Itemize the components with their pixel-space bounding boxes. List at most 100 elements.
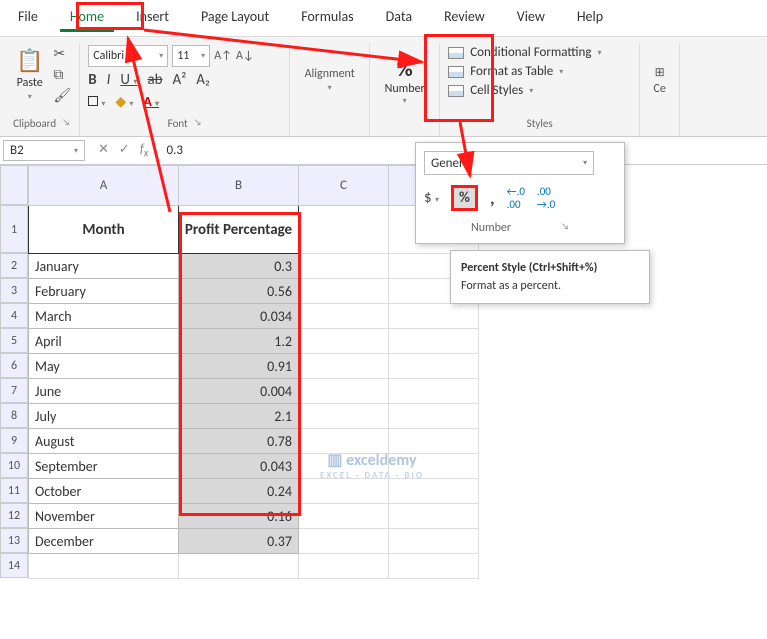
grow-font-icon[interactable]: A↑ bbox=[214, 49, 232, 63]
fx-icon[interactable]: fx bbox=[140, 142, 149, 160]
cell[interactable] bbox=[389, 554, 479, 579]
paste-button[interactable]: 📋 Paste ▾ bbox=[12, 45, 47, 115]
format-painter-icon[interactable]: 🖌 bbox=[53, 87, 71, 104]
cell-month[interactable]: February bbox=[29, 279, 179, 304]
cell-profit[interactable]: 0.37 bbox=[179, 529, 299, 554]
font-color-button[interactable]: A ▾ bbox=[143, 93, 159, 110]
row-header-14[interactable]: 14 bbox=[0, 553, 28, 578]
cell-month[interactable]: May bbox=[29, 354, 179, 379]
menu-help[interactable]: Help bbox=[567, 4, 613, 32]
row-header-6[interactable]: 6 bbox=[0, 353, 28, 378]
row-header-12[interactable]: 12 bbox=[0, 503, 28, 528]
row-header-2[interactable]: 2 bbox=[0, 253, 28, 278]
row-header-4[interactable]: 4 bbox=[0, 303, 28, 328]
cut-icon[interactable]: ✂ bbox=[53, 45, 71, 62]
format-as-table-button[interactable]: Format as Table ▾ bbox=[448, 64, 631, 79]
cell[interactable] bbox=[299, 354, 389, 379]
cells-icon[interactable]: ⊞ bbox=[655, 65, 665, 80]
menu-insert[interactable]: Insert bbox=[126, 4, 179, 32]
col-header-C[interactable]: C bbox=[299, 166, 389, 206]
cell[interactable] bbox=[299, 504, 389, 529]
col-header-A[interactable]: A bbox=[29, 166, 179, 206]
menu-home[interactable]: Home bbox=[60, 4, 114, 32]
menu-view[interactable]: View bbox=[507, 4, 555, 32]
row-header-10[interactable]: 10 bbox=[0, 453, 28, 478]
cell[interactable] bbox=[389, 354, 479, 379]
row-header-11[interactable]: 11 bbox=[0, 478, 28, 503]
cell-profit[interactable]: 0.91 bbox=[179, 354, 299, 379]
cell[interactable] bbox=[299, 254, 389, 279]
cell-month[interactable]: October bbox=[29, 479, 179, 504]
cell[interactable] bbox=[299, 529, 389, 554]
cell-profit[interactable]: 0.034 bbox=[179, 304, 299, 329]
cell-month[interactable]: March bbox=[29, 304, 179, 329]
name-box[interactable]: B2▾ bbox=[3, 140, 85, 161]
header-profit[interactable]: Profit Percentage bbox=[179, 206, 299, 254]
conditional-formatting-button[interactable]: Conditional Formatting ▾ bbox=[448, 45, 631, 60]
cell[interactable] bbox=[389, 529, 479, 554]
cell-month[interactable]: June bbox=[29, 379, 179, 404]
clipboard-dialog-icon[interactable]: ↘ bbox=[62, 117, 70, 130]
cell[interactable] bbox=[389, 379, 479, 404]
currency-button[interactable]: $ ▾ bbox=[424, 189, 439, 207]
cell[interactable] bbox=[389, 479, 479, 504]
cell[interactable] bbox=[29, 554, 179, 579]
menu-data[interactable]: Data bbox=[376, 4, 422, 32]
header-month[interactable]: Month bbox=[29, 206, 179, 254]
cell-profit[interactable]: 2.1 bbox=[179, 404, 299, 429]
cell[interactable] bbox=[299, 304, 389, 329]
number-dialog-icon[interactable]: ↘ bbox=[561, 221, 569, 235]
formula-input[interactable]: 0.3 bbox=[158, 143, 190, 158]
cell-profit[interactable]: 0.78 bbox=[179, 429, 299, 454]
comma-style-button[interactable]: , bbox=[490, 187, 495, 209]
cell-month[interactable]: July bbox=[29, 404, 179, 429]
row-header-5[interactable]: 5 bbox=[0, 328, 28, 353]
cell[interactable] bbox=[389, 329, 479, 354]
number-format-select[interactable]: General▾ bbox=[424, 151, 594, 175]
shrink-font-icon[interactable]: A↓ bbox=[236, 49, 254, 63]
menu-file[interactable]: File bbox=[8, 4, 48, 32]
bold-button[interactable]: B bbox=[88, 71, 96, 89]
cell[interactable] bbox=[299, 404, 389, 429]
cell-month[interactable]: December bbox=[29, 529, 179, 554]
cell[interactable] bbox=[299, 329, 389, 354]
border-button[interactable]: ▾ bbox=[88, 93, 105, 110]
cell-profit[interactable]: 0.3 bbox=[179, 254, 299, 279]
cell-month[interactable]: September bbox=[29, 454, 179, 479]
cell[interactable] bbox=[389, 304, 479, 329]
row-header-1[interactable]: 1 bbox=[0, 205, 28, 253]
row-header-7[interactable]: 7 bbox=[0, 378, 28, 403]
select-all-corner[interactable] bbox=[0, 165, 28, 205]
cell-profit[interactable]: 0.24 bbox=[179, 479, 299, 504]
menu-review[interactable]: Review bbox=[434, 4, 495, 32]
cell-profit[interactable]: 0.56 bbox=[179, 279, 299, 304]
font-dialog-icon[interactable]: ↘ bbox=[194, 117, 202, 130]
cell[interactable] bbox=[299, 206, 389, 254]
cell-month[interactable]: April bbox=[29, 329, 179, 354]
increase-decimal-button[interactable]: ←.0.00 bbox=[507, 185, 525, 211]
col-header-B[interactable]: B bbox=[179, 166, 299, 206]
enter-icon[interactable]: ✓ bbox=[119, 142, 130, 160]
cell-styles-button[interactable]: Cell Styles ▾ bbox=[448, 83, 631, 98]
cell[interactable] bbox=[389, 504, 479, 529]
font-size-select[interactable]: 11▾ bbox=[172, 45, 210, 67]
alignment-label[interactable]: Alignment bbox=[305, 67, 355, 81]
cell-profit[interactable]: 0.16 bbox=[179, 504, 299, 529]
subscript-button[interactable]: A₂ bbox=[196, 71, 210, 89]
cell[interactable] bbox=[179, 554, 299, 579]
strike-button[interactable]: ab bbox=[147, 71, 162, 89]
cell-profit[interactable]: 0.043 bbox=[179, 454, 299, 479]
decrease-decimal-button[interactable]: .00→.0 bbox=[537, 185, 555, 211]
cell[interactable] bbox=[299, 279, 389, 304]
superscript-button[interactable]: A² bbox=[173, 71, 187, 89]
menu-pagelayout[interactable]: Page Layout bbox=[191, 4, 279, 32]
cell[interactable] bbox=[299, 554, 389, 579]
fill-color-button[interactable]: ◆ ▾ bbox=[115, 93, 133, 110]
cell[interactable] bbox=[299, 379, 389, 404]
cancel-icon[interactable]: ✕ bbox=[98, 142, 109, 160]
row-header-3[interactable]: 3 bbox=[0, 278, 28, 303]
font-name-select[interactable]: Calibri▾ bbox=[88, 45, 168, 67]
cell[interactable] bbox=[389, 404, 479, 429]
chevron-down-icon[interactable]: ▾ bbox=[328, 83, 332, 93]
underline-button[interactable]: U ▾ bbox=[120, 71, 137, 89]
